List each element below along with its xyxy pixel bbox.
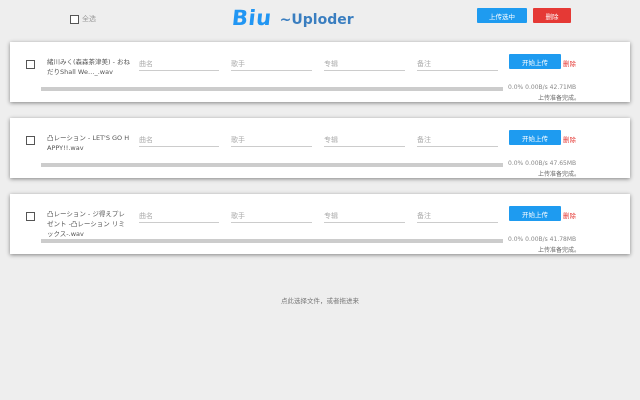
- file-checkbox[interactable]: [26, 136, 35, 145]
- file-drop-hint[interactable]: 点此选择文件，或者拖进来: [0, 295, 640, 305]
- progress-info: 0.0% 0.00B/s 47.65MB: [508, 160, 577, 167]
- progress-bar: [41, 87, 503, 91]
- progress-info: 0.0% 0.00B/s 42.71MB: [508, 84, 577, 91]
- header: 全选 Biu ~Uploder 上传选中 删除: [0, 0, 640, 36]
- file-name: 凸レーション - ジ得えプレゼント -凸レーション リミックス-.wav: [47, 210, 125, 238]
- select-all[interactable]: 全选: [70, 14, 96, 24]
- select-all-checkbox[interactable]: [70, 14, 79, 24]
- album-input[interactable]: 专辑: [324, 209, 405, 223]
- upload-status: 上传准备完成。: [538, 247, 581, 254]
- file-card: 凸レーション - LET'S GO HAPPY!!.wav 曲名 歌手 专辑 备…: [10, 118, 630, 178]
- file-name: 緒川みく(森森茶津美) - おねだりShall We…_.wav: [47, 58, 131, 76]
- album-input[interactable]: 专辑: [324, 133, 405, 147]
- delete-file-link[interactable]: 删除: [563, 58, 576, 68]
- title-input[interactable]: 曲名: [139, 57, 219, 71]
- note-input[interactable]: 备注: [417, 57, 498, 71]
- progress-bar: [41, 163, 503, 167]
- artist-input[interactable]: 歌手: [231, 57, 312, 71]
- title-input[interactable]: 曲名: [139, 133, 219, 147]
- delete-file-link[interactable]: 删除: [563, 210, 576, 220]
- file-checkbox[interactable]: [26, 212, 35, 221]
- upload-status: 上传准备完成。: [538, 171, 581, 178]
- upload-selected-button[interactable]: 上传选中: [477, 8, 527, 23]
- file-checkbox[interactable]: [26, 60, 35, 69]
- app-logo: Biu ~Uploder: [230, 6, 354, 30]
- note-input[interactable]: 备注: [417, 133, 498, 147]
- start-upload-button[interactable]: 开始上传: [509, 54, 561, 69]
- delete-selected-button[interactable]: 删除: [533, 8, 571, 23]
- note-input[interactable]: 备注: [417, 209, 498, 223]
- file-name: 凸レーション - LET'S GO HAPPY!!.wav: [47, 134, 130, 152]
- album-input[interactable]: 专辑: [324, 57, 405, 71]
- progress-info: 0.0% 0.00B/s 41.78MB: [508, 236, 577, 243]
- logo-main-text: Biu: [230, 6, 273, 30]
- file-card: 凸レーション - ジ得えプレゼント -凸レーション リミックス-.wav 曲名 …: [10, 194, 630, 254]
- select-all-label: 全选: [82, 15, 96, 23]
- progress-bar: [41, 239, 503, 243]
- delete-file-link[interactable]: 删除: [563, 134, 576, 144]
- start-upload-button[interactable]: 开始上传: [509, 206, 561, 221]
- logo-sub-text: ~Uploder: [279, 11, 354, 28]
- upload-status: 上传准备完成。: [538, 95, 581, 102]
- start-upload-button[interactable]: 开始上传: [509, 130, 561, 145]
- artist-input[interactable]: 歌手: [231, 209, 312, 223]
- title-input[interactable]: 曲名: [139, 209, 219, 223]
- artist-input[interactable]: 歌手: [231, 133, 312, 147]
- file-card: 緒川みく(森森茶津美) - おねだりShall We…_.wav 曲名 歌手 专…: [10, 42, 630, 102]
